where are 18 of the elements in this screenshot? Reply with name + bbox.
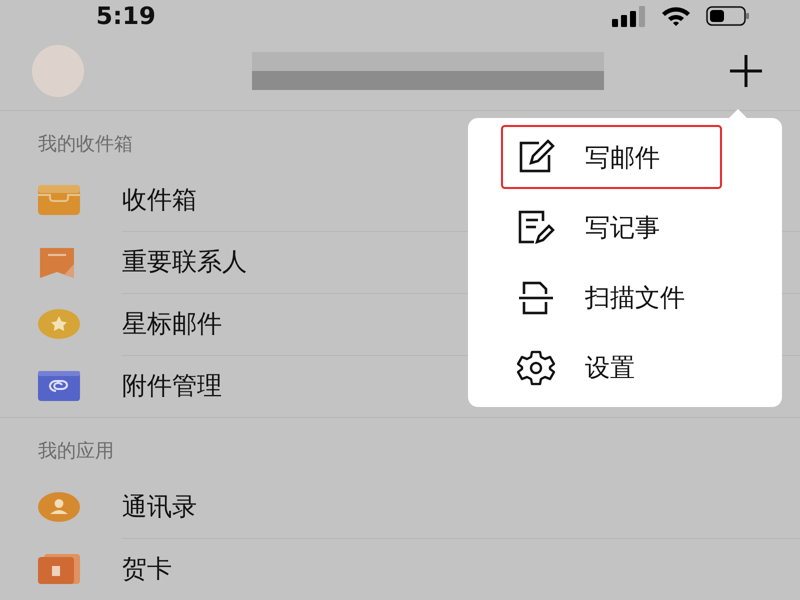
menu-item[interactable]: 写邮件 — [501, 125, 722, 190]
tray-icon — [38, 185, 80, 215]
folder-item[interactable]: 贺卡 — [122, 538, 800, 600]
note-pencil-icon — [517, 209, 555, 246]
link-icon — [38, 371, 80, 401]
folder-item[interactable]: 通讯录 — [122, 476, 800, 538]
settings-icon — [517, 350, 555, 386]
signal-icon — [612, 5, 646, 27]
wifi-icon — [660, 5, 692, 27]
bookmark-icon — [38, 246, 76, 278]
battery-icon — [706, 6, 750, 26]
card-icon — [38, 554, 80, 584]
section-title: 我的收件箱 — [38, 132, 133, 157]
person-icon — [38, 490, 80, 524]
pencil-square-icon — [517, 139, 555, 176]
document-scan-icon — [517, 280, 555, 316]
status-time: 5:19 — [96, 2, 156, 30]
section-title: 我的应用 — [38, 439, 114, 464]
